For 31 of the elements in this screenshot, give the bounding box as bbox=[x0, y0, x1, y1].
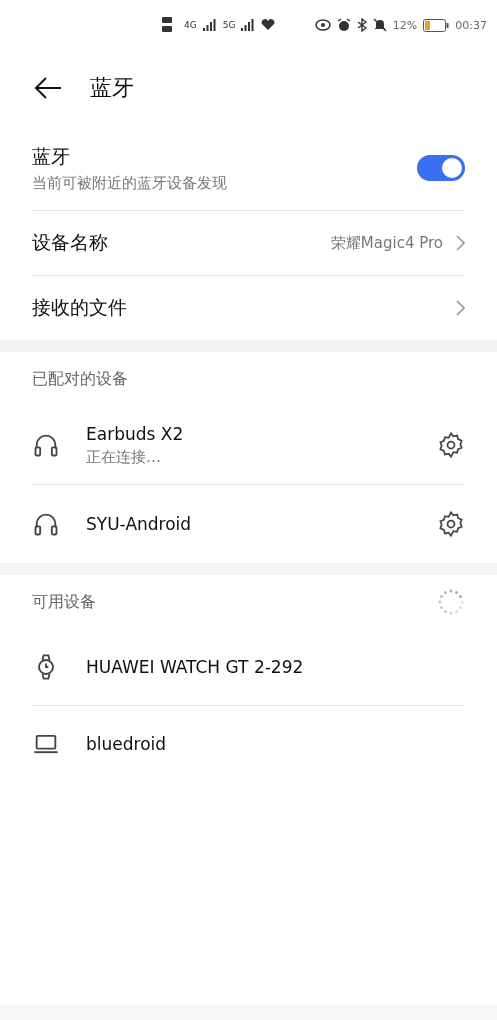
bell-muted-icon bbox=[372, 18, 387, 32]
chevron-right-icon bbox=[455, 300, 465, 316]
clock-time: 00:37 bbox=[455, 18, 487, 32]
network-type: 4G bbox=[184, 20, 197, 30]
eye-icon bbox=[314, 19, 331, 31]
network-type: 5G bbox=[222, 20, 236, 30]
bluetooth-toggle[interactable] bbox=[417, 155, 465, 181]
settings-icon[interactable] bbox=[437, 431, 465, 459]
bluetooth-icon bbox=[356, 18, 367, 32]
signal-icon bbox=[241, 19, 256, 31]
heart-icon bbox=[261, 19, 276, 31]
device-status: 正在连接… bbox=[86, 447, 162, 467]
battery-percent: 12% bbox=[392, 18, 418, 32]
page-title: 蓝牙 bbox=[90, 74, 134, 102]
chevron-right-icon bbox=[455, 235, 465, 251]
back-arrow-icon[interactable] bbox=[34, 76, 62, 100]
device-name[interactable]: Earbuds X2 bbox=[86, 423, 411, 444]
section-title: 已配对的设备 bbox=[32, 368, 129, 390]
device-name[interactable]: SYU-Android bbox=[86, 514, 411, 534]
device-name[interactable]: HUAWEI WATCH GT 2-292 bbox=[86, 657, 465, 677]
device-name[interactable]: bluedroid bbox=[86, 734, 465, 754]
setting-description: 当前可被附近的蓝牙设备发现 bbox=[32, 173, 228, 193]
battery-icon bbox=[423, 18, 450, 32]
setting-label[interactable]: 接收的文件 bbox=[32, 295, 443, 321]
signal-icon bbox=[202, 19, 217, 31]
alarm-icon bbox=[336, 18, 351, 32]
section-title: 可用设备 bbox=[32, 591, 97, 613]
setting-value: 荣耀Magic4 Pro bbox=[330, 233, 443, 253]
setting-label: 蓝牙 bbox=[32, 143, 71, 169]
setting-label[interactable]: 设备名称 bbox=[32, 230, 319, 256]
settings-icon[interactable] bbox=[437, 510, 465, 538]
